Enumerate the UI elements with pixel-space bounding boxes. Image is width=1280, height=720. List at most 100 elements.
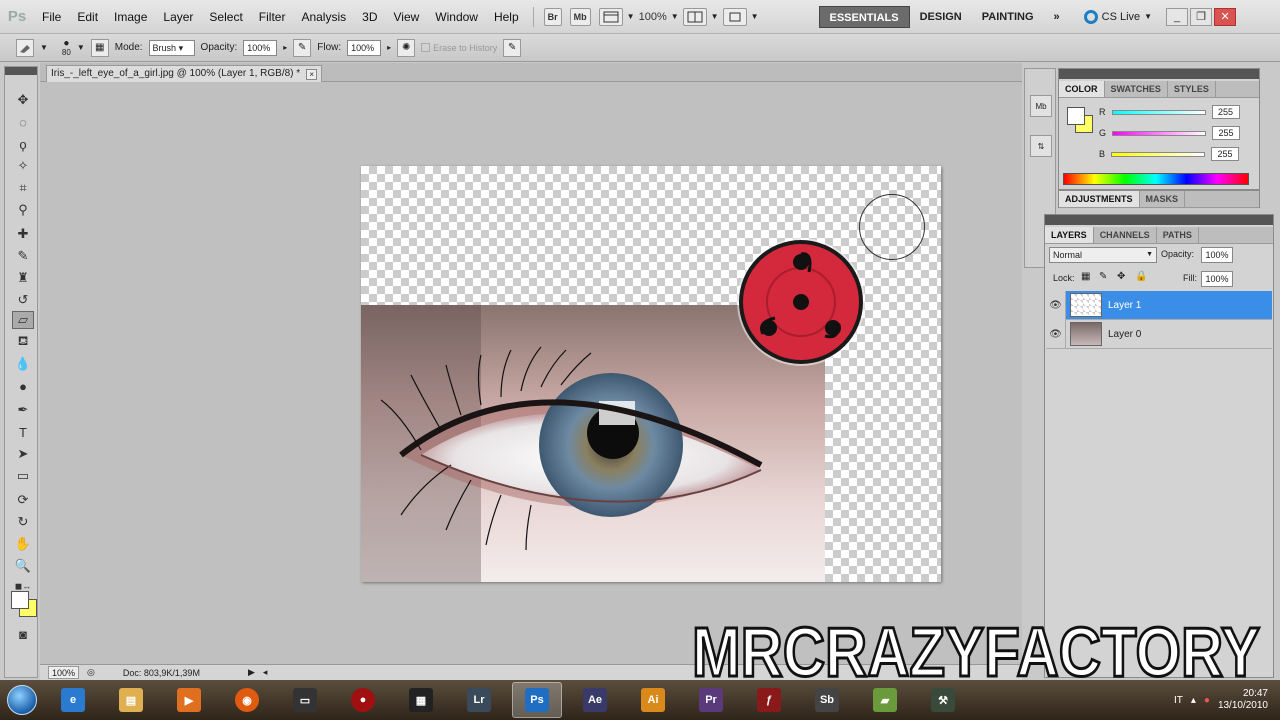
quick-select-tool-icon[interactable]: ✧ xyxy=(12,157,34,175)
scroll-left-icon[interactable]: ◂ xyxy=(263,667,268,678)
foreground-color-swatch[interactable] xyxy=(11,591,29,609)
airbrush-icon[interactable]: ✺ xyxy=(397,38,416,57)
workspace-design[interactable]: DESIGN xyxy=(910,6,972,28)
layer-row[interactable]: 👁 Layer 0 xyxy=(1046,319,1272,349)
move-tool-icon[interactable]: ✥ xyxy=(12,91,34,109)
view-extras-button[interactable] xyxy=(598,7,623,26)
menu-select[interactable]: Select xyxy=(201,0,250,34)
mini-bridge-panel-icon[interactable]: Mb xyxy=(1030,95,1052,117)
blend-mode-select[interactable]: Normal ▼ xyxy=(1049,247,1157,263)
status-zoom[interactable]: 100% xyxy=(48,666,80,679)
taskbar-terminal[interactable]: ▭ xyxy=(280,682,330,718)
color-swatches[interactable] xyxy=(1065,105,1095,135)
taskbar-firefox[interactable]: ◉ xyxy=(222,682,272,718)
panel-header[interactable] xyxy=(1045,215,1273,225)
clock[interactable]: 20:47 13/10/2010 xyxy=(1218,688,1268,712)
3d-orbit-tool-icon[interactable]: ↻ xyxy=(12,513,34,531)
blue-slider-row[interactable]: B 255 xyxy=(1099,147,1240,161)
tray-arrow-icon[interactable]: ▴ xyxy=(1191,695,1196,706)
close-tab-icon[interactable]: × xyxy=(306,68,318,80)
close-button[interactable]: ✕ xyxy=(1214,7,1237,26)
minimize-button[interactable]: _ xyxy=(1166,7,1189,26)
lock-all-icon[interactable]: 🔒 xyxy=(1135,271,1147,282)
taskbar-ie[interactable]: e xyxy=(48,682,98,718)
arrange-documents-button[interactable] xyxy=(682,7,707,26)
taskbar-photoshop[interactable]: Ps xyxy=(512,682,562,718)
blue-value[interactable]: 255 xyxy=(1211,147,1240,161)
foreground-color-swatch[interactable] xyxy=(1067,107,1085,125)
toolbox-header[interactable] xyxy=(5,67,37,75)
red-slider[interactable] xyxy=(1111,109,1206,115)
workspace-essentials[interactable]: ESSENTIALS xyxy=(818,5,910,28)
mode-select[interactable]: Brush ▾ xyxy=(148,39,195,56)
red-value[interactable]: 255 xyxy=(1211,105,1240,119)
brush-panel-toggle-icon[interactable]: ▦ xyxy=(90,38,109,57)
green-slider-row[interactable]: G 255 xyxy=(1099,126,1241,140)
menu-filter[interactable]: Filter xyxy=(251,0,294,34)
layer-row[interactable]: 👁 Layer 1 xyxy=(1046,290,1272,320)
taskbar-illustrator[interactable]: Ai xyxy=(628,682,678,718)
canvas-area[interactable] xyxy=(40,82,1022,664)
menu-edit[interactable]: Edit xyxy=(69,0,106,34)
start-button[interactable] xyxy=(0,680,44,720)
document-tab[interactable]: Iris_-_left_eye_of_a_girl.jpg @ 100% (La… xyxy=(46,65,323,82)
visibility-eye-icon[interactable]: 👁 xyxy=(1046,319,1066,349)
tab-channels[interactable]: CHANNELS xyxy=(1094,227,1157,243)
lasso-tool-icon[interactable]: ϙ xyxy=(12,135,34,153)
taskbar-media-player[interactable]: ▶ xyxy=(164,682,214,718)
color-picker-swatches[interactable] xyxy=(9,589,39,619)
workspace-overflow[interactable]: » xyxy=(1044,6,1070,28)
opacity-field[interactable]: 100% xyxy=(243,39,278,56)
paint-bucket-tool-icon[interactable]: ⛾ xyxy=(12,333,34,351)
menu-3d[interactable]: 3D xyxy=(354,0,385,34)
menu-file[interactable]: File xyxy=(34,0,69,34)
pressure-size-icon[interactable]: ✎ xyxy=(503,38,522,57)
menu-image[interactable]: Image xyxy=(106,0,155,34)
lock-pixels-icon[interactable]: ✎ xyxy=(1099,271,1107,282)
taskbar-film[interactable]: ▦ xyxy=(396,682,446,718)
pen-tool-icon[interactable]: ✒ xyxy=(12,401,34,419)
zoom-tool-icon[interactable]: 🔍 xyxy=(12,557,34,575)
cs-live-button[interactable]: CS Live ▼ xyxy=(1083,9,1152,24)
history-brush-tool-icon[interactable]: ↺ xyxy=(12,291,34,309)
panel-header[interactable] xyxy=(1059,69,1259,79)
maximize-button[interactable]: ❐ xyxy=(1190,7,1213,26)
lock-transparency-icon[interactable]: ▦ xyxy=(1081,271,1090,282)
brush-tool-icon[interactable]: ✎ xyxy=(12,247,34,265)
fill-field[interactable]: 100% xyxy=(1201,271,1233,287)
eraser-tool-icon[interactable]: ▱ xyxy=(12,311,34,329)
taskbar-explorer[interactable]: ▤ xyxy=(106,682,156,718)
menu-window[interactable]: Window xyxy=(427,0,486,34)
green-slider[interactable] xyxy=(1112,130,1207,136)
blue-slider[interactable] xyxy=(1111,151,1206,157)
mini-bridge-button[interactable]: Mb xyxy=(569,7,591,26)
dodge-tool-icon[interactable]: ● xyxy=(12,377,34,395)
shape-tool-icon[interactable]: ▭ xyxy=(12,467,34,485)
workspace-painting[interactable]: PAINTING xyxy=(972,6,1044,28)
3d-rotate-tool-icon[interactable]: ⟳ xyxy=(12,491,34,509)
zoom-level[interactable]: 100% xyxy=(639,11,667,23)
status-menu-arrow-icon[interactable]: ▶ xyxy=(248,667,255,678)
menu-view[interactable]: View xyxy=(385,0,427,34)
type-tool-icon[interactable]: T xyxy=(12,423,34,441)
tab-color[interactable]: COLOR xyxy=(1059,81,1105,97)
menu-help[interactable]: Help xyxy=(486,0,527,34)
menu-layer[interactable]: Layer xyxy=(155,0,201,34)
erase-to-history-checkbox[interactable]: Erase to History xyxy=(421,43,497,53)
eyedropper-tool-icon[interactable]: ⚲ xyxy=(12,201,34,219)
language-indicator[interactable]: IT xyxy=(1174,695,1183,706)
tab-masks[interactable]: MASKS xyxy=(1140,191,1186,207)
pressure-opacity-icon[interactable]: ✎ xyxy=(293,38,312,57)
bridge-button[interactable]: Br xyxy=(543,7,562,26)
tab-styles[interactable]: STYLES xyxy=(1168,81,1216,97)
marquee-tool-icon[interactable]: ◌ xyxy=(12,113,34,131)
layer-name[interactable]: Layer 0 xyxy=(1108,329,1141,340)
tab-layers[interactable]: LAYERS xyxy=(1045,227,1094,243)
menu-analysis[interactable]: Analysis xyxy=(293,0,354,34)
green-value[interactable]: 255 xyxy=(1212,126,1241,140)
history-panel-icon[interactable]: ⇅ xyxy=(1030,135,1052,157)
red-slider-row[interactable]: R 255 xyxy=(1099,105,1240,119)
crop-tool-icon[interactable]: ⌗ xyxy=(12,179,34,197)
tab-paths[interactable]: PATHS xyxy=(1157,227,1199,243)
visibility-eye-icon[interactable]: 👁 xyxy=(1046,290,1066,320)
